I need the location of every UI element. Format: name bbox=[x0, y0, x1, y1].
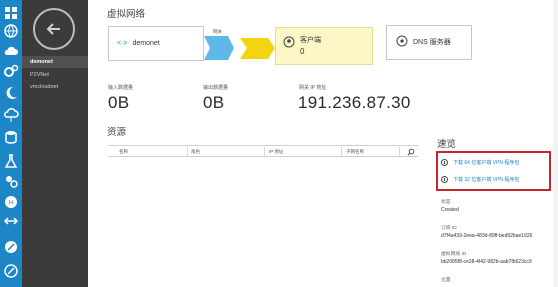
resources-table-header: 名称 角色 IP 地址 子网名称 bbox=[108, 145, 418, 157]
search-icon[interactable] bbox=[407, 148, 415, 156]
download-icon bbox=[441, 159, 448, 166]
client-node[interactable]: 客户端 0 bbox=[275, 27, 373, 65]
subscription-id-label: 订阅 ID bbox=[441, 226, 457, 231]
gateway-label: 网关 bbox=[213, 29, 222, 34]
quick-glance-title: 速览 bbox=[437, 139, 457, 150]
nav-item-vmcloudnet[interactable]: vmcloudnet bbox=[30, 84, 58, 90]
download-32-link[interactable]: 下载 32 位客户端 VPN 程序包 bbox=[441, 176, 519, 183]
hdinsight-icon[interactable]: H bbox=[2, 193, 20, 211]
download-64-label: 下载 64 位客户端 VPN 程序包 bbox=[453, 160, 520, 166]
page-title: 虚拟网络 bbox=[107, 9, 146, 20]
gateway-ip-value: 191.236.87.30 bbox=[298, 93, 411, 112]
resources-title: 资源 bbox=[107, 127, 127, 138]
column-divider bbox=[341, 147, 342, 156]
client-count: 0 bbox=[300, 47, 305, 56]
svg-text:H: H bbox=[9, 201, 13, 207]
satellite-icon[interactable] bbox=[2, 238, 20, 256]
stat-out-label: 输出数据量 bbox=[203, 85, 229, 91]
location-label: 位置 bbox=[441, 278, 451, 283]
grid-icon[interactable] bbox=[2, 4, 20, 22]
media-icon[interactable] bbox=[2, 262, 20, 280]
download-highlight-box bbox=[436, 151, 551, 191]
column-divider bbox=[264, 147, 265, 156]
stat-out-value: 0B bbox=[203, 93, 225, 112]
nav-item-p2vnet[interactable]: P2VNet bbox=[30, 72, 49, 78]
column-header-name[interactable]: 名称 bbox=[119, 149, 128, 155]
column-header-role[interactable]: 角色 bbox=[191, 149, 200, 155]
network-icon: <·> bbox=[117, 40, 128, 47]
analytics-icon[interactable] bbox=[2, 172, 20, 190]
column-divider bbox=[399, 147, 400, 156]
download-32-label: 下载 32 位客户端 VPN 程序包 bbox=[453, 177, 520, 183]
back-button[interactable] bbox=[33, 8, 75, 50]
network-nav: demonet P2VNet vmcloudnet bbox=[22, 0, 88, 287]
flask-icon[interactable] bbox=[2, 152, 20, 170]
column-divider bbox=[187, 147, 188, 156]
nav-item-demonet[interactable]: demonet bbox=[30, 59, 53, 65]
column-header-subnet[interactable]: 子网名称 bbox=[346, 149, 364, 155]
dns-icon bbox=[396, 35, 408, 47]
download-icon bbox=[441, 176, 448, 183]
network-icon[interactable] bbox=[2, 212, 20, 230]
database-icon[interactable] bbox=[2, 128, 20, 146]
cloud-icon[interactable] bbox=[2, 42, 20, 60]
vnet-id-label: 虚拟网络 ID bbox=[441, 252, 467, 257]
arrow-left-icon bbox=[46, 23, 60, 35]
vnet-id-value: bb2085f8-ce38-4f42-982b-aab7fb623cc9 bbox=[441, 259, 532, 265]
client-icon bbox=[283, 36, 295, 48]
gears-icon[interactable] bbox=[2, 62, 20, 80]
stat-in-value: 0B bbox=[108, 93, 130, 112]
stat-in-label: 输入数据量 bbox=[108, 85, 134, 91]
scrollbar[interactable] bbox=[553, 0, 558, 287]
subscription-id-value: d7f4a439-2eea-483d-89ff-bed92bae1926 bbox=[441, 233, 533, 239]
status-value: Created bbox=[441, 207, 459, 213]
dns-label: DNS 服务器 bbox=[413, 39, 451, 46]
globe-icon[interactable] bbox=[2, 22, 20, 40]
network-node-label: demonet bbox=[132, 40, 160, 47]
gateway-ip-label: 网关 IP 地址 bbox=[299, 85, 327, 91]
download-64-link[interactable]: 下载 64 位客户端 VPN 程序包 bbox=[441, 159, 519, 166]
service-rail: H bbox=[0, 0, 22, 287]
dns-node[interactable]: DNS 服务器 bbox=[386, 25, 472, 60]
cloud-service-icon[interactable] bbox=[2, 106, 20, 124]
moon-icon[interactable] bbox=[2, 84, 20, 102]
network-node[interactable]: <·> demonet bbox=[108, 26, 204, 61]
column-header-ip[interactable]: IP 地址 bbox=[269, 149, 283, 155]
client-title: 客户端 bbox=[300, 37, 321, 44]
status-label: 状态 bbox=[441, 200, 451, 205]
